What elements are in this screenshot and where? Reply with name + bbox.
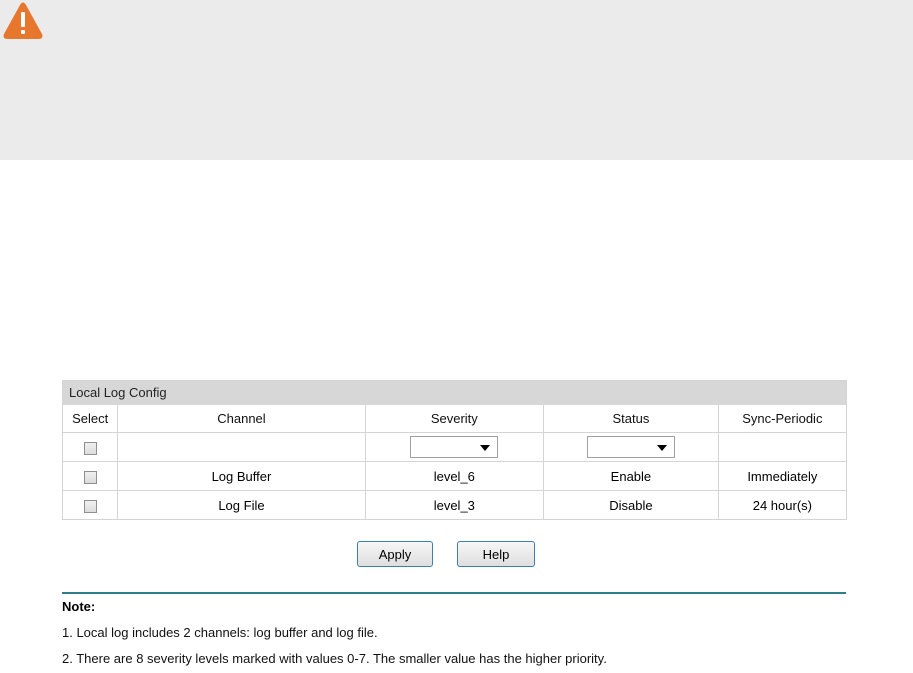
- select-all-checkbox[interactable]: [83, 441, 97, 455]
- severity-select-cell: [364, 432, 545, 462]
- header-status: Status: [543, 405, 719, 433]
- note-line-1: 1. Local log includes 2 channels: log bu…: [62, 625, 378, 640]
- header-select: Select: [63, 405, 119, 433]
- sync-periodic-cell: Immediately: [717, 461, 846, 491]
- warning-banner: [0, 0, 913, 160]
- local-log-table: Select Channel Severity Status Sync-Peri…: [63, 405, 846, 519]
- panel-title: Local Log Config: [63, 381, 846, 405]
- divider: [62, 592, 846, 594]
- local-log-config-panel: Local Log Config Select Channel Severity…: [62, 380, 847, 520]
- empty-cell: [717, 432, 846, 462]
- note-title: Note:: [62, 599, 96, 614]
- help-button[interactable]: Help: [457, 541, 535, 567]
- table-row: Log File level_3 Disable 24 hour(s): [63, 490, 846, 519]
- select-all-cell: [63, 432, 119, 462]
- chevron-down-icon: [480, 445, 491, 451]
- status-cell: Disable: [543, 490, 719, 519]
- severity-select[interactable]: [410, 436, 499, 458]
- note-line-2: 2. There are 8 severity levels marked wi…: [62, 651, 607, 666]
- warning-icon: [3, 2, 43, 39]
- button-row: Apply Help: [355, 541, 555, 569]
- header-severity: Severity: [364, 405, 545, 433]
- row-checkbox[interactable]: [83, 499, 97, 513]
- row-checkbox[interactable]: [83, 470, 97, 484]
- severity-cell: level_3: [364, 490, 545, 519]
- chevron-down-icon: [656, 445, 667, 451]
- header-row: Select Channel Severity Status Sync-Peri…: [63, 405, 846, 433]
- row-select-cell: [63, 490, 119, 519]
- channel-cell: Log File: [117, 490, 366, 519]
- status-select[interactable]: [586, 436, 675, 458]
- batch-edit-row: [63, 432, 846, 462]
- row-select-cell: [63, 461, 119, 491]
- apply-button[interactable]: Apply: [357, 541, 433, 567]
- header-sync-periodic: Sync-Periodic: [717, 405, 846, 433]
- status-select-cell: [543, 432, 719, 462]
- header-channel: Channel: [117, 405, 366, 433]
- channel-cell: Log Buffer: [117, 461, 366, 491]
- status-cell: Enable: [543, 461, 719, 491]
- table-row: Log Buffer level_6 Enable Immediately: [63, 461, 846, 491]
- empty-cell: [117, 432, 366, 462]
- sync-periodic-cell: 24 hour(s): [717, 490, 846, 519]
- severity-cell: level_6: [364, 461, 545, 491]
